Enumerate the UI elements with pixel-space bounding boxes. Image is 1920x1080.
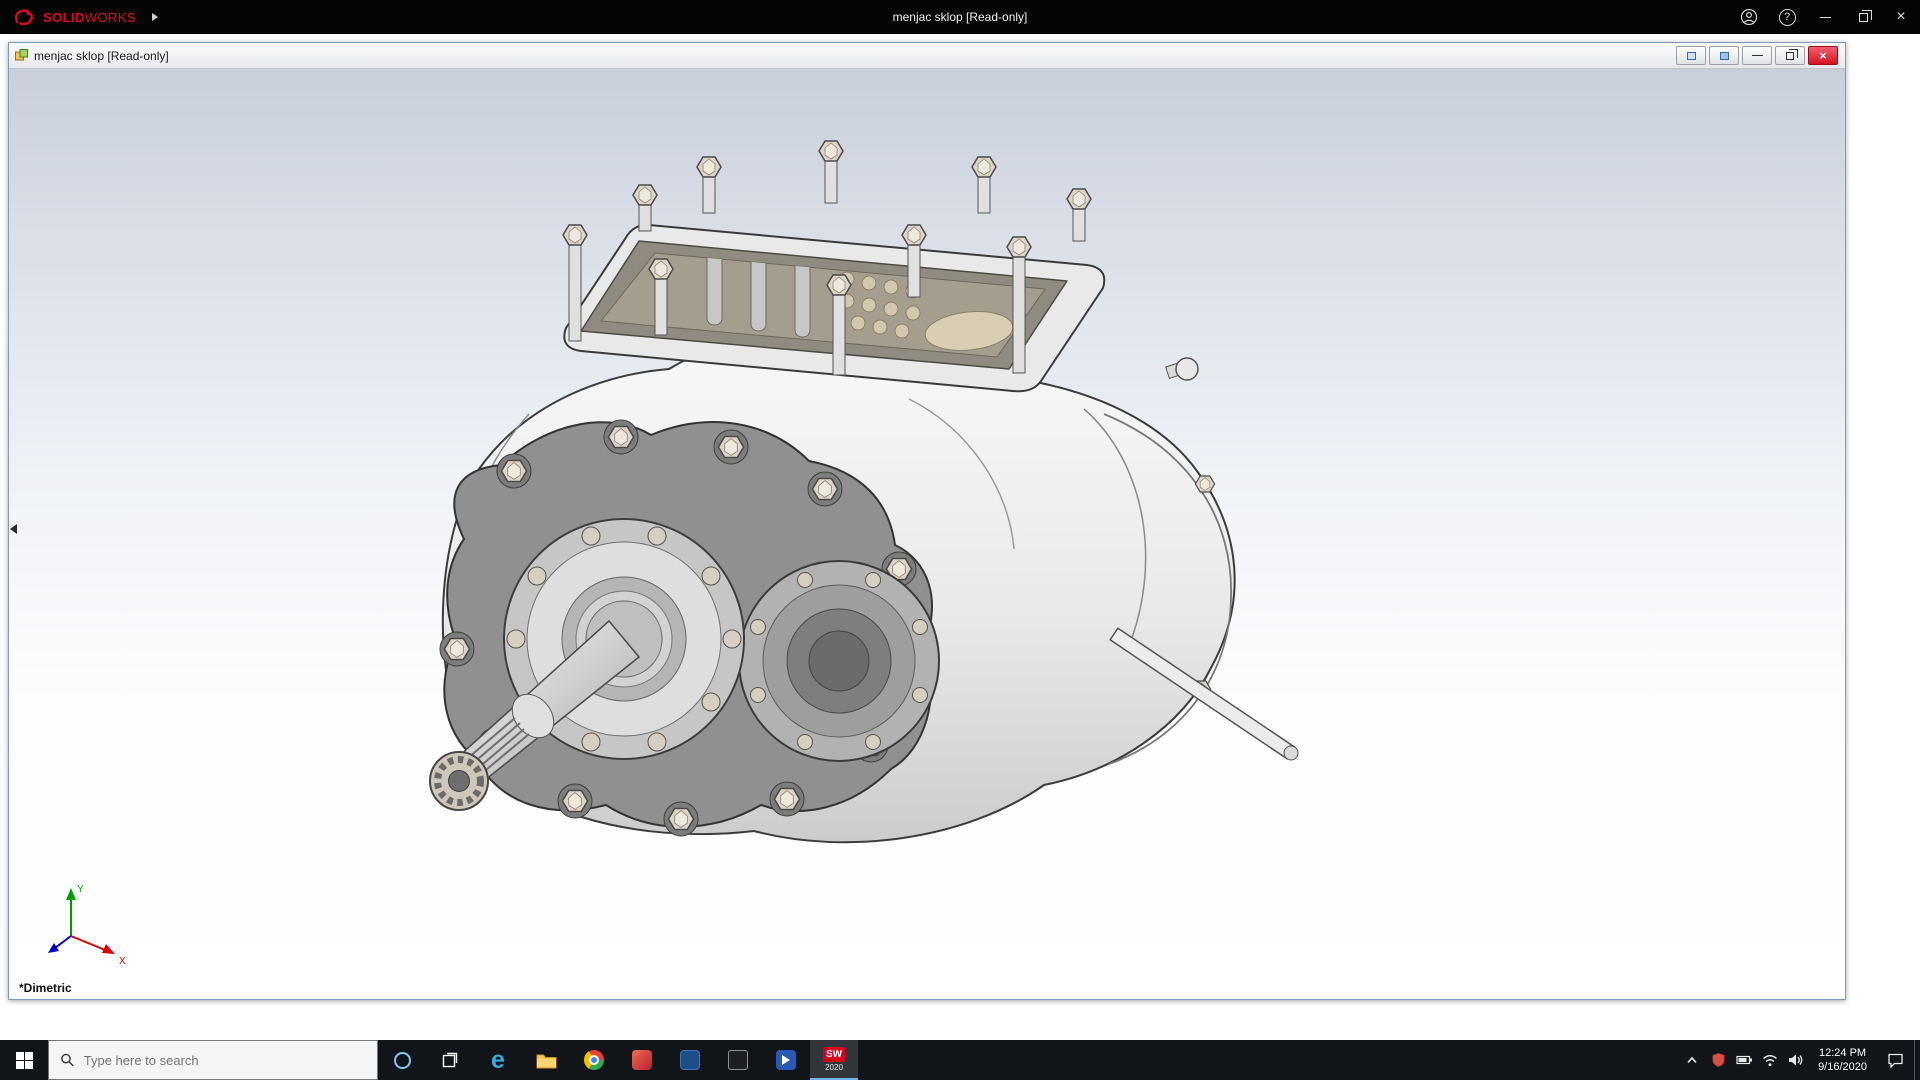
doc-close-button[interactable]: × bbox=[1808, 46, 1838, 65]
app-close-button[interactable]: × bbox=[1882, 0, 1920, 34]
close-icon: × bbox=[1819, 48, 1827, 63]
help-button[interactable]: ? bbox=[1768, 0, 1806, 34]
pinned-app-3-icon bbox=[728, 1050, 748, 1070]
secondary-boss-part[interactable] bbox=[738, 560, 940, 762]
x-axis-arrow-icon bbox=[102, 944, 115, 954]
minimize-icon bbox=[1819, 16, 1831, 18]
hidden-icons-button[interactable] bbox=[1679, 1040, 1705, 1080]
file-explorer-button[interactable] bbox=[522, 1040, 570, 1080]
battery-icon bbox=[1735, 1055, 1752, 1065]
search-input[interactable] bbox=[83, 1052, 366, 1068]
solidworks-year-label: 2020 bbox=[825, 1062, 843, 1072]
document-title: menjac sklop [Read-only] bbox=[34, 48, 169, 63]
taskbar: e SW 2020 bbox=[0, 1040, 1920, 1080]
chrome-icon bbox=[584, 1050, 604, 1070]
restore-icon bbox=[1786, 48, 1798, 60]
cortana-button[interactable] bbox=[378, 1040, 426, 1080]
doc-control-button-2[interactable] bbox=[1709, 46, 1739, 65]
panel-collapse-arrow[interactable] bbox=[10, 524, 17, 534]
cortana-icon bbox=[393, 1051, 411, 1069]
pinned-app-2-button[interactable] bbox=[666, 1040, 714, 1080]
restore-icon bbox=[1858, 9, 1872, 22]
task-view-button[interactable] bbox=[426, 1040, 474, 1080]
task-view-icon bbox=[442, 1052, 458, 1068]
edge-button[interactable]: e bbox=[474, 1040, 522, 1080]
close-icon: × bbox=[1896, 8, 1906, 25]
help-icon: ? bbox=[1778, 8, 1796, 26]
system-tray: 12:24 PM 9/16/2020 bbox=[1679, 1040, 1920, 1080]
brand-text-bold: SOLID bbox=[43, 9, 85, 25]
doc-control-button-1[interactable] bbox=[1676, 46, 1706, 65]
edge-icon: e bbox=[491, 1045, 505, 1074]
brand-text: SOLIDWORKS bbox=[43, 10, 136, 25]
pinned-app-1-button[interactable] bbox=[618, 1040, 666, 1080]
app-window-title: menjac sklop [Read-only] bbox=[892, 10, 1028, 24]
menu-expand-arrow-icon[interactable] bbox=[151, 13, 158, 21]
orientation-triad: Y X bbox=[48, 884, 126, 967]
app-title-bar: SOLIDWORKS menjac sklop [Read-only] ? × bbox=[0, 0, 1920, 34]
doc-restore-button[interactable] bbox=[1775, 46, 1805, 65]
document-window-controls: × bbox=[1676, 46, 1840, 65]
file-explorer-icon bbox=[536, 1054, 556, 1068]
view-orientation-label: *Dimetric bbox=[19, 981, 72, 995]
x-axis-label: X bbox=[119, 956, 126, 967]
y-axis-label: Y bbox=[77, 884, 84, 895]
taskbar-search[interactable] bbox=[48, 1040, 378, 1080]
assembly-document-icon bbox=[15, 49, 28, 61]
gearbox-3d-model[interactable] bbox=[9, 69, 1845, 999]
solidworks-brand[interactable]: SOLIDWORKS bbox=[0, 7, 136, 27]
tray-battery-button[interactable] bbox=[1731, 1040, 1757, 1080]
windows-logo-icon bbox=[15, 1051, 33, 1069]
solidworks-taskbar-button[interactable]: SW 2020 bbox=[810, 1040, 858, 1080]
z-axis-arrow-icon bbox=[48, 943, 59, 953]
account-button[interactable] bbox=[1730, 0, 1768, 34]
doc-minimize-button[interactable] bbox=[1742, 46, 1772, 65]
minimize-icon bbox=[1751, 55, 1763, 56]
document-title-bar[interactable]: menjac sklop [Read-only] × bbox=[9, 43, 1845, 69]
app-restore-button[interactable] bbox=[1844, 0, 1882, 34]
show-desktop-button[interactable] bbox=[1914, 1040, 1920, 1080]
search-icon bbox=[61, 1053, 74, 1067]
solidworks-logo-icon bbox=[14, 9, 33, 26]
y-axis-arrow-icon bbox=[66, 888, 76, 900]
app-window-controls: ? × bbox=[1730, 0, 1920, 34]
window-pane-alt-icon bbox=[1719, 51, 1729, 60]
pinned-app-1-icon bbox=[632, 1050, 652, 1070]
tray-volume-button[interactable] bbox=[1783, 1040, 1809, 1080]
app-minimize-button[interactable] bbox=[1806, 0, 1844, 34]
clock-date: 9/16/2020 bbox=[1818, 1061, 1867, 1073]
action-center-icon bbox=[1887, 1053, 1903, 1068]
action-center-button[interactable] bbox=[1876, 1040, 1914, 1080]
clock-time: 12:24 PM bbox=[1818, 1046, 1867, 1059]
graphics-area[interactable]: Y X *Dimetric bbox=[9, 69, 1845, 999]
solidworks-app-icon: SW bbox=[822, 1046, 846, 1062]
speaker-icon bbox=[1789, 1054, 1803, 1066]
chevron-up-icon bbox=[1687, 1056, 1697, 1064]
tray-shield-button[interactable] bbox=[1705, 1040, 1731, 1080]
wifi-icon bbox=[1763, 1054, 1778, 1066]
window-pane-icon bbox=[1686, 51, 1696, 60]
shield-icon bbox=[1712, 1053, 1725, 1067]
start-button[interactable] bbox=[0, 1040, 48, 1080]
brand-text-light: WORKS bbox=[84, 9, 136, 25]
user-icon bbox=[1740, 8, 1758, 26]
pinned-app-4-button[interactable] bbox=[762, 1040, 810, 1080]
document-window: menjac sklop [Read-only] × Y X *Dimetric bbox=[8, 42, 1846, 1000]
media-app-icon bbox=[776, 1050, 796, 1070]
taskbar-clock[interactable]: 12:24 PM 9/16/2020 bbox=[1809, 1040, 1876, 1080]
chrome-button[interactable] bbox=[570, 1040, 618, 1080]
tray-network-button[interactable] bbox=[1757, 1040, 1783, 1080]
pinned-app-3-button[interactable] bbox=[714, 1040, 762, 1080]
pinned-app-2-icon bbox=[680, 1050, 700, 1070]
